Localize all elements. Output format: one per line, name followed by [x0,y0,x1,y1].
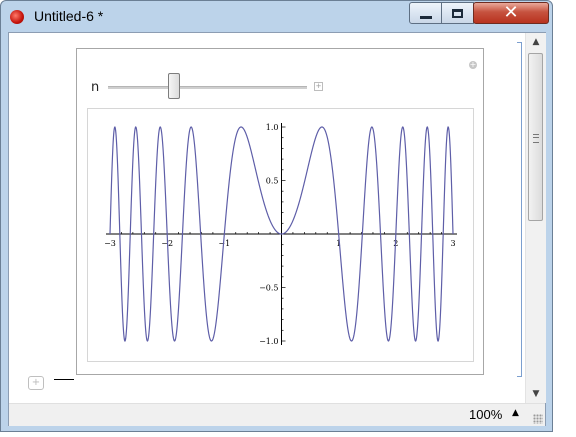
slider-label: n [91,80,100,95]
status-bar: 100% ▲ [9,403,545,426]
notebook-window: Untitled-6 * ✕ + n + −3 −2 −1 1 2 3 1.0 … [0,0,553,432]
zoom-menu-arrow-icon[interactable]: ▲ [512,408,519,418]
notebook-client-area: + n + −3−2−11231.00.5−0.5−1.0 + [8,32,546,426]
maximize-button[interactable] [441,2,474,24]
close-button[interactable]: ✕ [473,2,549,24]
close-icon: ✕ [503,2,519,23]
plus-circle-icon[interactable]: + [469,61,477,69]
window-title: Untitled-6 * [34,8,104,24]
mathematica-app-icon[interactable] [10,10,24,24]
x-tick-label: 3 [450,239,455,248]
scroll-down-arrow-icon[interactable]: ▼ [526,386,546,402]
vertical-scrollbar[interactable]: ▲ ▼ [525,33,546,403]
x-tick-label: −3 [104,239,116,248]
cell-insertion-point[interactable] [54,379,74,380]
cell-bracket[interactable] [517,42,522,377]
scroll-up-arrow-icon[interactable]: ▲ [526,34,546,50]
manipulate-panel: + n + −3 −2 −1 1 2 3 1.0 0.5 −0.5 −1.0 [76,48,484,375]
resize-grip-icon[interactable] [533,414,543,424]
minimize-icon [419,15,432,19]
grip-icon [533,134,539,143]
y-tick-label: 1.0 [266,123,279,132]
scrollbar-thumb[interactable] [528,53,543,221]
plot-area: −3 −2 −1 1 2 3 1.0 0.5 −0.5 −1.0 [87,108,474,362]
plot-svg: −3 −2 −1 1 2 31.00.5−0.5−1.0 [104,123,457,346]
notebook-content[interactable]: + n + −3 −2 −1 1 2 3 1.0 0.5 −0.5 −1.0 + [9,33,525,403]
plus-box-icon[interactable]: + [314,82,323,91]
minimize-button[interactable] [409,2,442,24]
plus-icon[interactable]: + [28,376,44,390]
zoom-level[interactable]: 100% [469,407,502,422]
y-tick-label: −1.0 [259,337,278,346]
y-tick-label: −0.5 [259,284,278,293]
maximize-icon [452,8,463,18]
y-tick-label: 0.5 [266,177,279,186]
n-slider-track[interactable] [108,86,307,89]
n-slider-thumb[interactable] [167,73,180,99]
title-bar[interactable]: Untitled-6 * ✕ [1,1,552,33]
